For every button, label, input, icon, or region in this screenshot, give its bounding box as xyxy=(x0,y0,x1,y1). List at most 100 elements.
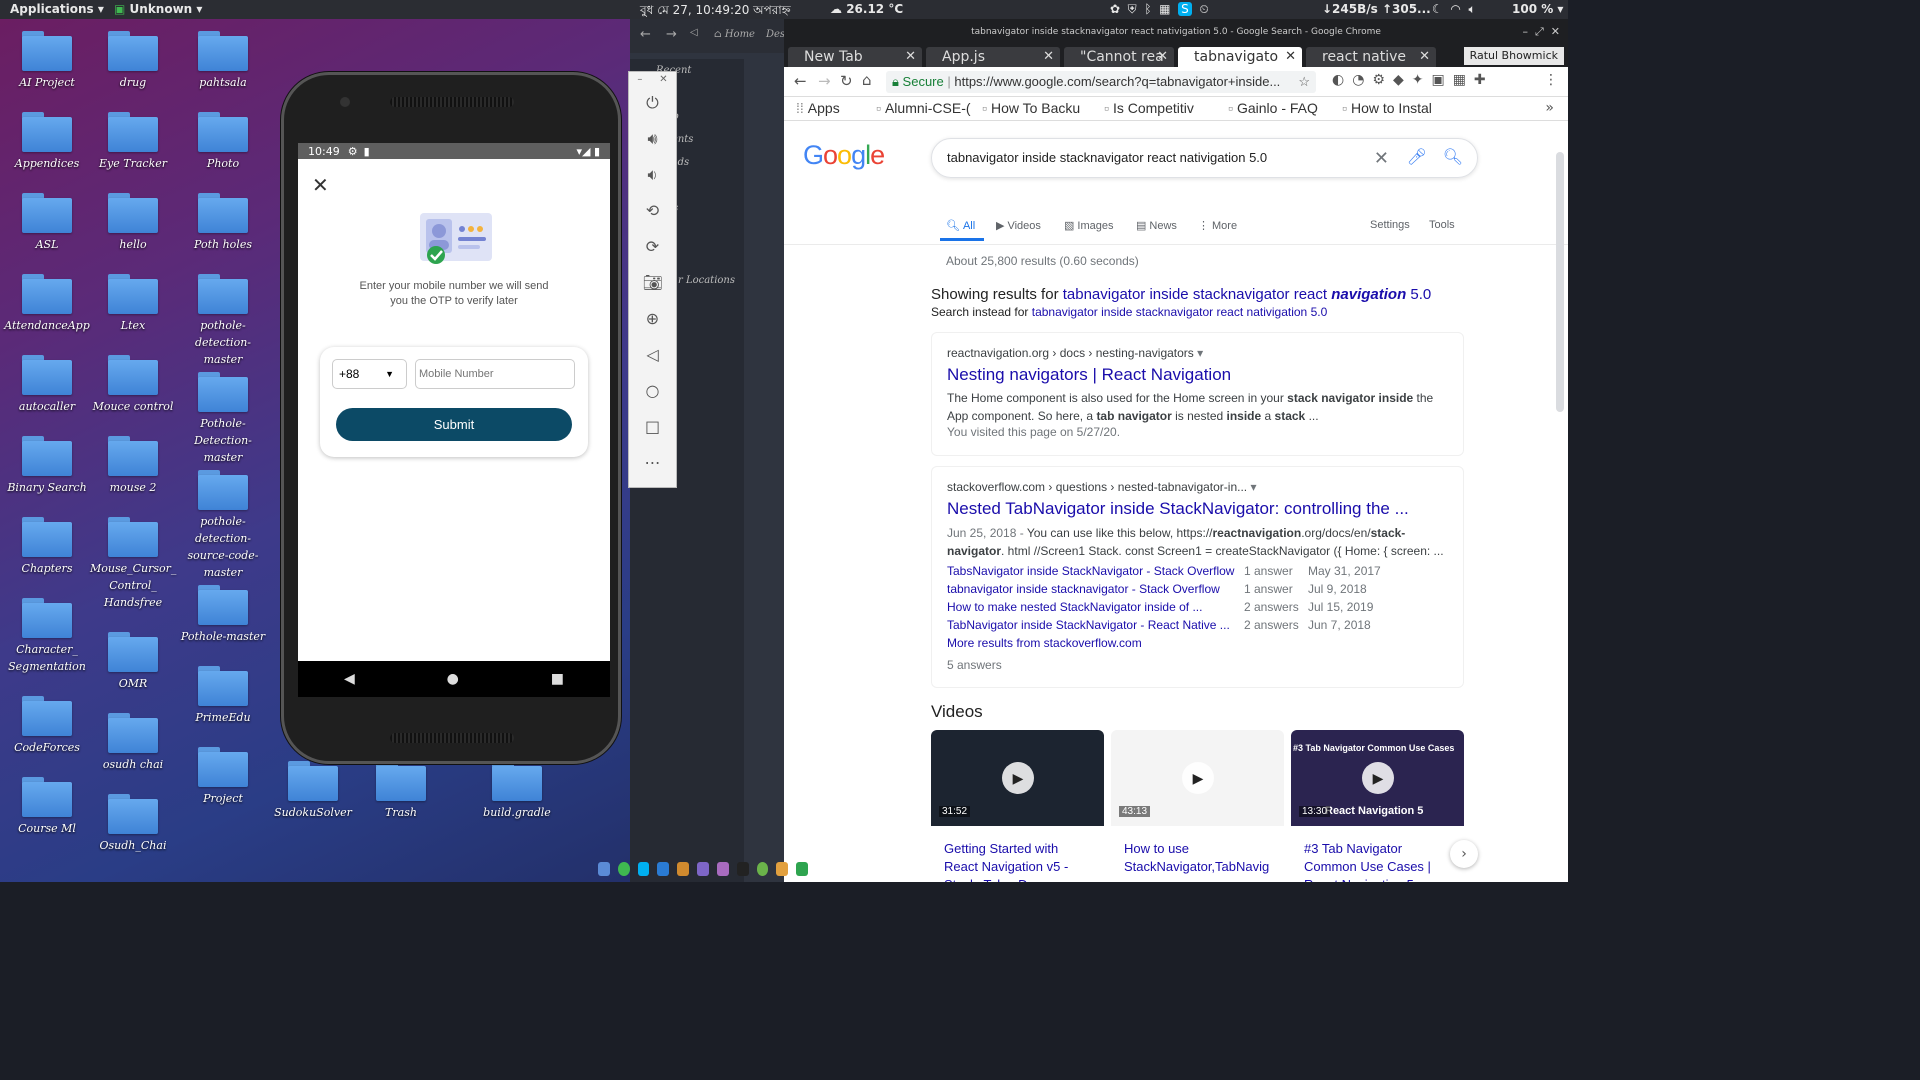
slack-icon[interactable] xyxy=(776,862,789,876)
clear-icon[interactable]: ✕ xyxy=(1374,139,1389,177)
video-card[interactable]: ▶ 43:13 How to use StackNavigator,TabNavig xyxy=(1111,730,1284,882)
extension-icons[interactable]: ◐◔⚙◆✦▣▦✚ xyxy=(1332,72,1494,88)
cite-menu-icon[interactable]: ▾ xyxy=(1197,346,1203,360)
country-code-select[interactable]: +88 ▼ xyxy=(332,359,407,389)
profile-button[interactable]: Ratul Bhowmick xyxy=(1463,47,1564,65)
camera-icon[interactable]: 📷︎ xyxy=(643,273,663,293)
desktop-folder[interactable]: Appendices xyxy=(4,112,90,172)
video-card[interactable]: #3 Tab Navigator Common Use Cases React N… xyxy=(1291,730,1464,882)
address-bar[interactable]: 🔒︎ Secure | https://www.google.com/searc… xyxy=(886,71,1316,93)
nav-back-icon[interactable]: ◀ xyxy=(344,671,355,687)
other-locations[interactable]: r Locations xyxy=(678,275,735,286)
desktop-folder[interactable]: Trash xyxy=(358,761,444,821)
tab-all[interactable]: 🔍︎ All xyxy=(946,219,975,232)
bookmark-item[interactable]: ▫ How to Instal xyxy=(1342,100,1432,116)
desktop-folder[interactable]: pahtsala xyxy=(180,31,266,91)
desktop-folder[interactable]: Poth holes xyxy=(180,193,266,253)
corrected-query-link[interactable]: tabnavigator inside stacknavigator react… xyxy=(1063,286,1432,303)
apps-bookmark[interactable]: ⁞⁞ Apps xyxy=(796,100,840,116)
play-icon[interactable]: ▶ xyxy=(1182,762,1214,794)
clock[interactable]: বুধ মে 27, 10:49:20 অপরাহ্ন xyxy=(640,2,791,22)
forward-icon[interactable]: → xyxy=(666,27,677,42)
video-card[interactable]: ▶ 31:52 Getting Started with React Navigat… xyxy=(931,730,1104,882)
tab-close-icon[interactable]: ✕ xyxy=(905,47,916,67)
desktop-folder[interactable]: AttendanceApp xyxy=(4,274,90,334)
chrome-icon[interactable] xyxy=(617,862,630,876)
sub-result-link[interactable]: How to make nested StackNavigator inside… xyxy=(947,600,1237,614)
skype-icon[interactable] xyxy=(637,862,650,876)
status-icons[interactable]: ☾ ◠ 🔈︎ xyxy=(1432,2,1476,17)
video-title[interactable]: Getting Started with React Navigation v5… xyxy=(944,840,1094,882)
weather-widget[interactable]: ☁ 26.12 °C xyxy=(830,2,903,16)
desktop-folder[interactable]: Pothole-Detection-master xyxy=(180,372,266,466)
tools-link[interactable]: Tools xyxy=(1429,219,1455,231)
back-icon[interactable]: ← xyxy=(640,27,651,42)
desktop-folder[interactable]: ASL xyxy=(4,193,90,253)
submit-button[interactable]: Submit xyxy=(336,408,572,441)
original-query-link[interactable]: tabnavigator inside stacknavigator react… xyxy=(1032,305,1328,319)
bookmark-item[interactable]: ▫ How To Backu xyxy=(982,100,1080,116)
more-results-link[interactable]: More results from stackoverflow.com xyxy=(947,636,1142,650)
desktop-folder[interactable]: Chapters xyxy=(4,517,90,577)
search-box[interactable]: tabnavigator inside stacknavigator react… xyxy=(931,138,1478,178)
bookmark-item[interactable]: ▫ Alumni-CSE-( xyxy=(876,100,971,116)
path-home[interactable]: ⌂ Home xyxy=(714,29,755,40)
desktop-folder[interactable]: autocaller xyxy=(4,355,90,415)
chrome-menu-icon[interactable]: ⋮ xyxy=(1544,72,1558,88)
up-icon[interactable]: ◁ xyxy=(690,27,698,38)
bookmark-item[interactable]: ▫ Gainlo - FAQ xyxy=(1228,100,1318,116)
desktop-folder[interactable]: SudokuSolver xyxy=(270,761,356,821)
tab-more[interactable]: ⋮ More xyxy=(1198,219,1237,232)
app-icon[interactable] xyxy=(697,862,709,876)
desktop-folder[interactable]: Character_ Segmentation xyxy=(4,598,90,675)
sub-result-link[interactable]: TabNavigator inside StackNavigator - Rea… xyxy=(947,618,1237,632)
more-icon[interactable]: ⋯ xyxy=(643,453,663,473)
volume-up-icon[interactable]: 🔊︎ xyxy=(643,129,663,149)
forward-button[interactable]: → xyxy=(818,72,831,90)
browser-tab[interactable]: "Cannot rea ✕ xyxy=(1064,47,1174,67)
volume-down-icon[interactable]: 🔉︎ xyxy=(643,165,663,185)
play-icon[interactable]: ▶ xyxy=(1002,762,1034,794)
carousel-next-icon[interactable]: › xyxy=(1450,840,1478,868)
mic-icon[interactable]: 🎤︎ xyxy=(1407,139,1427,177)
tab-close-icon[interactable]: ✕ xyxy=(1285,47,1296,67)
bookmark-item[interactable]: ▫ Is Competitiv xyxy=(1104,100,1194,116)
tab-close-icon[interactable]: ✕ xyxy=(1419,47,1430,67)
desktop-folder[interactable]: mouse 2 xyxy=(90,436,176,496)
settings-link[interactable]: Settings xyxy=(1370,219,1410,231)
desktop-folder[interactable]: Ltex xyxy=(90,274,176,334)
zoom-icon[interactable]: ⊕ xyxy=(643,309,663,329)
browser-tab[interactable]: react native ✕ xyxy=(1306,47,1436,67)
back-button[interactable]: ← xyxy=(794,72,807,90)
desktop-folder[interactable]: osudh chai xyxy=(90,713,176,773)
battery-indicator[interactable]: 100 % ▾ xyxy=(1512,2,1563,16)
desktop-folder[interactable]: CodeForces xyxy=(4,696,90,756)
desktop-folder[interactable]: drug xyxy=(90,31,176,91)
search-icon[interactable]: 🔍︎ xyxy=(1443,139,1463,177)
desktop-folder[interactable]: build.gradle xyxy=(474,761,560,821)
terminal-icon[interactable] xyxy=(736,862,749,876)
workspace-menu[interactable]: ▣ Unknown ▾ xyxy=(114,2,202,16)
desktop-folder[interactable]: Binary Search xyxy=(4,436,90,496)
window-controls[interactable]: – ⤢ ✕ xyxy=(1522,19,1560,45)
app-icon[interactable] xyxy=(716,862,729,876)
desktop-folder[interactable]: AI Project xyxy=(4,31,90,91)
path-desktop[interactable]: Des xyxy=(766,29,785,40)
nav-recents-icon[interactable]: ■ xyxy=(551,671,564,687)
desktop-folder[interactable]: Course Ml xyxy=(4,777,90,837)
bookmarks-overflow-icon[interactable]: » xyxy=(1545,100,1554,116)
desktop-folder[interactable]: hello xyxy=(90,193,176,253)
files-icon[interactable] xyxy=(598,862,610,876)
sub-result-link[interactable]: tabnavigator inside stacknavigator - Sta… xyxy=(947,582,1237,596)
close-icon[interactable]: ✕ xyxy=(659,74,667,85)
browser-tab[interactable]: App.js ✕ xyxy=(926,47,1060,67)
rotate-left-icon[interactable]: ⟲ xyxy=(643,201,663,221)
home-icon[interactable]: ○ xyxy=(643,381,663,401)
desktop-folder[interactable]: Eye Tracker xyxy=(90,112,176,172)
video-title[interactable]: #3 Tab Navigator Common Use Cases | Reac… xyxy=(1304,840,1454,882)
desktop-folder[interactable]: PrimeEdu xyxy=(180,666,266,726)
back-icon[interactable]: ◁ xyxy=(643,345,663,365)
tab-close-icon[interactable]: ✕ xyxy=(1157,47,1168,67)
vscode-icon[interactable] xyxy=(657,862,670,876)
desktop-folder[interactable]: Osudh_Chai xyxy=(90,794,176,854)
